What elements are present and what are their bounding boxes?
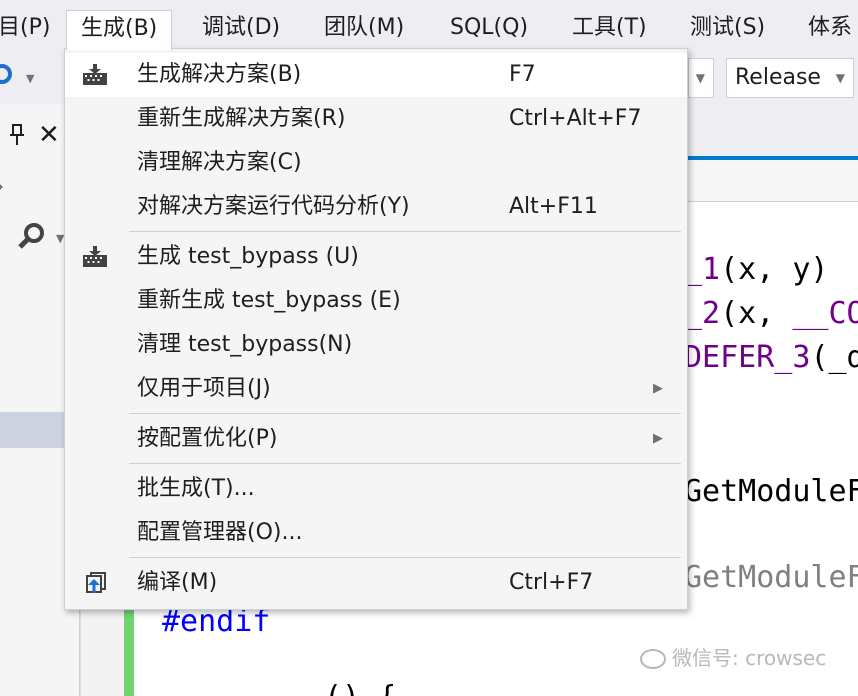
chevron-down-icon: ▼ (835, 71, 845, 85)
build-project-icon (81, 245, 109, 269)
code-token: (_d (810, 340, 858, 375)
menu-architecture[interactable]: 体系 (806, 10, 854, 48)
menu-team[interactable]: 团队(M) (322, 10, 406, 48)
code-token: DEFER_3 (684, 340, 811, 375)
menu-item-label: 清理解决方案(C) (137, 150, 302, 175)
menu-item-rebuild-project[interactable]: 重新生成 test_bypass (E) (65, 279, 687, 323)
menu-item-compile[interactable]: 编译(M) Ctrl+F7 (65, 561, 687, 605)
menu-separator (129, 413, 681, 414)
code-token: _1 (684, 252, 721, 287)
configuration-value: Release (735, 65, 821, 90)
code-line: _1(x, y) (684, 252, 829, 288)
menu-test[interactable]: 测试(S) (688, 10, 767, 48)
menu-item-label: 仅用于项目(J) (137, 376, 271, 401)
code-token: _1(x, y) (684, 252, 829, 287)
menu-item-label: 重新生成解决方案(R) (137, 106, 346, 131)
menu-item-shortcut: Ctrl+Alt+F7 (509, 106, 642, 131)
menu-item-label: 生成 test_bypass (U) (137, 244, 359, 269)
menu-item-label: 配置管理器(O)... (137, 520, 303, 545)
chevron-right-icon[interactable]: › (0, 174, 4, 198)
submenu-arrow-icon: ▶ (653, 431, 663, 446)
menu-sql[interactable]: SQL(Q) (448, 10, 530, 48)
code-token: (x, (720, 296, 793, 331)
menu-item-label: 对解决方案运行代码分析(Y) (137, 194, 410, 219)
menu-item-shortcut: F7 (509, 62, 536, 87)
menu-project[interactable]: 目(P) (0, 10, 52, 48)
menu-item-rebuild-solution[interactable]: 重新生成解决方案(R) Ctrl+Alt+F7 (65, 97, 687, 141)
submenu-arrow-icon: ▶ (653, 381, 663, 396)
search-icon[interactable] (18, 222, 46, 257)
menu-item-build-project[interactable]: 生成 test_bypass (U) (65, 235, 687, 279)
code-line: GetModuleF (684, 560, 858, 595)
close-icon[interactable]: ✕ (38, 120, 60, 150)
code-token: _2(x, __CO (684, 296, 858, 331)
menu-tools[interactable]: 工具(T) (570, 10, 649, 48)
menu-item-label: 编译(M) (137, 570, 218, 595)
menu-separator (129, 231, 681, 232)
code-token: __CO (792, 296, 858, 331)
code-token: DEFER_3(_d (684, 340, 858, 375)
code-line: _2(x, __CO (684, 296, 858, 332)
platform-dropdown[interactable]: ▼ (688, 58, 714, 98)
menu-debug[interactable]: 调试(D) (200, 10, 282, 48)
menu-item-label: 按配置优化(P) (137, 426, 278, 451)
menu-item-project-only[interactable]: 仅用于项目(J) ▶ (65, 367, 687, 411)
configuration-dropdown[interactable]: Release ▼ (726, 58, 854, 98)
chevron-down-icon: ▼ (695, 71, 705, 85)
menu-item-profile-guided-optimization[interactable]: 按配置优化(P) ▶ (65, 417, 687, 461)
code-line: DEFER_3(_d (684, 340, 858, 376)
menu-item-shortcut: Ctrl+F7 (509, 570, 594, 595)
code-token: (x, y) (720, 252, 829, 287)
watermark: 微信号: crowsec (640, 642, 826, 671)
menu-item-label: 批生成(T)... (137, 476, 255, 501)
menu-item-shortcut: Alt+F11 (509, 194, 598, 219)
menu-item-build-solution[interactable]: 生成解决方案(B) F7 (65, 53, 687, 97)
code-line: () { (324, 680, 396, 696)
menu-item-run-code-analysis[interactable]: 对解决方案运行代码分析(Y) Alt+F11 (65, 185, 687, 229)
chevron-down-icon[interactable]: ▼ (26, 72, 34, 85)
watermark-text: 微信号: crowsec (672, 646, 827, 670)
code-line: GetModuleF (684, 474, 858, 509)
menu-item-clean-solution[interactable]: 清理解决方案(C) (65, 141, 687, 185)
code-token: _2 (684, 296, 721, 331)
pin-icon[interactable] (8, 124, 26, 151)
menu-item-label: 生成解决方案(B) (137, 62, 302, 87)
menu-item-configuration-manager[interactable]: 配置管理器(O)... (65, 511, 687, 555)
compile-icon (81, 571, 109, 595)
build-menu: 生成解决方案(B) F7 重新生成解决方案(R) Ctrl+Alt+F7 清理解… (64, 48, 688, 610)
build-solution-icon (81, 63, 109, 87)
menu-item-label: 清理 test_bypass(N) (137, 332, 353, 357)
menu-bar: 目(P) 生成(B) 调试(D) 团队(M) SQL(Q) 工具(T) 测试(S… (0, 0, 858, 52)
menu-separator (129, 463, 681, 464)
menu-item-batch-build[interactable]: 批生成(T)... (65, 467, 687, 511)
wechat-icon (640, 649, 666, 669)
menu-item-clean-project[interactable]: 清理 test_bypass(N) (65, 323, 687, 367)
navigate-back-icon[interactable] (0, 64, 12, 84)
menu-build[interactable]: 生成(B) (66, 10, 173, 50)
menu-separator (129, 557, 681, 558)
menu-item-label: 重新生成 test_bypass (E) (137, 288, 401, 313)
